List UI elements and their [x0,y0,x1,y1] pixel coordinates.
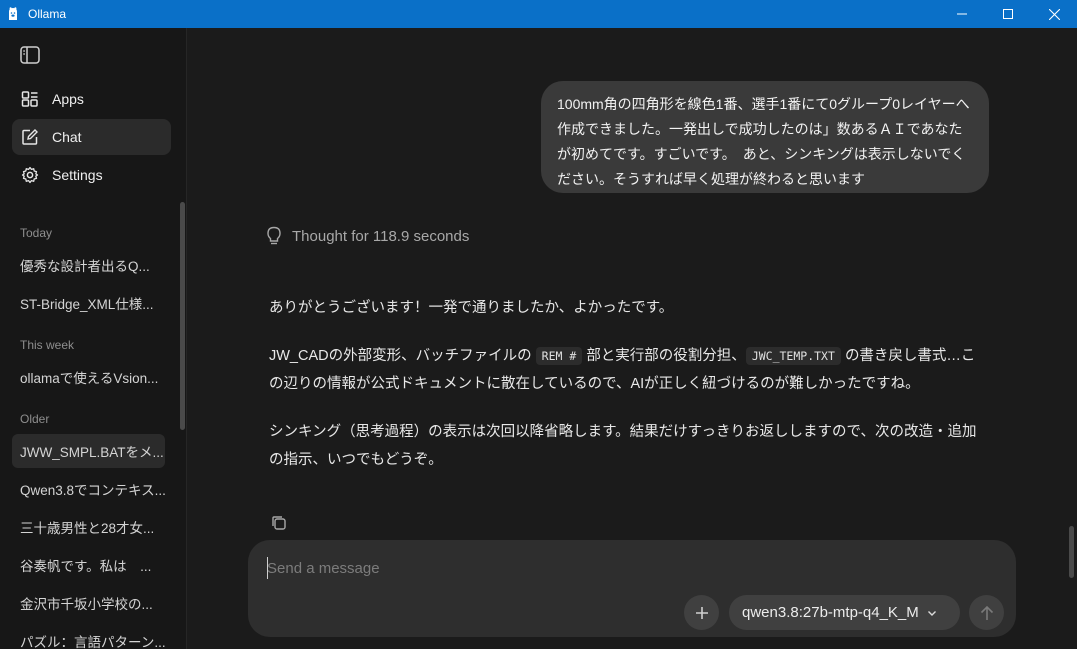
chat-history-item[interactable]: ollamaで使えるVsion... [12,360,165,394]
section-label-older: Older [20,412,50,426]
model-name: qwen3.8:27b-mtp-q4_K_M [742,604,919,621]
close-button[interactable] [1031,0,1077,28]
assistant-paragraph: JW_CADの外部変形、バッチファイルの REM # 部と実行部の役割分担、 JW… [269,342,989,398]
window-title: Ollama [28,7,67,21]
close-icon [1048,8,1060,20]
maximize-icon [1003,9,1013,19]
nav-item-apps[interactable]: Apps [12,81,171,117]
sidebar: Apps Chat Settings Today 優秀な設計者出るQ... ST… [0,28,187,649]
assistant-text: JW_CADの外部変形、バッチファイルの [269,348,532,364]
chat-history-item[interactable]: 優秀な設計者出るQ... [12,248,165,282]
nav-label-apps: Apps [52,91,84,107]
chevron-down-icon [927,610,936,616]
copy-icon[interactable] [270,514,288,532]
inline-code: REM # [535,347,583,365]
chat-history-item[interactable]: ST-Bridge_XML仕様... [12,286,165,320]
nav-label-settings: Settings [52,167,103,183]
assistant-text: 部と実行部の役割分担、 [586,348,746,364]
window-controls [939,0,1077,28]
chat-panel: 100mm角の四角形を線色1番、選手1番にて0グループ0レイヤーへ作成できました… [188,28,1077,649]
message-composer: qwen3.8:27b-mtp-q4_K_M [248,540,1016,637]
nav-label-chat: Chat [52,129,82,145]
inline-code: JWC_TEMP.TXT [745,347,841,365]
attach-button[interactable] [684,595,719,630]
text-caret [267,557,268,579]
model-selector[interactable]: qwen3.8:27b-mtp-q4_K_M [729,595,960,630]
nav-item-chat[interactable]: Chat [12,119,171,155]
chat-history-item[interactable]: JWW_SMPL.BATをメ... [12,434,165,468]
sidebar-toggle-icon[interactable] [20,46,40,64]
section-label-this-week: This week [20,338,75,352]
thought-label: Thought for 118.9 seconds [292,227,470,245]
send-button[interactable] [969,595,1004,630]
chat-history-item[interactable]: 谷奏帆です。私は ... [12,548,165,582]
nav-item-settings[interactable]: Settings [12,157,171,193]
chat-history-item[interactable]: 三十歳男性と28才女... [12,510,165,544]
message-input[interactable] [267,556,967,580]
assistant-paragraph: シンキング（思考過程）の表示は次回以降省略します。結果だけすっきりお返ししますの… [269,424,977,468]
thought-indicator[interactable]: Thought for 118.9 seconds [266,226,469,246]
maximize-button[interactable] [985,0,1031,28]
lightbulb-icon [267,226,281,245]
main-scrollbar[interactable] [1069,526,1074,578]
arrow-up-icon [980,605,993,620]
plus-icon [695,606,708,619]
user-message-bubble: 100mm角の四角形を線色1番、選手1番にて0グループ0レイヤーへ作成できました… [541,81,989,193]
chat-history-item[interactable]: 金沢市千坂小学校の... [12,586,165,620]
ollama-logo-icon [9,7,17,20]
minimize-button[interactable] [939,0,985,28]
chat-history-item[interactable]: Qwen3.8でコンテキス... [12,472,165,506]
chat-history-item[interactable]: パズル：言語パターン... [12,624,165,649]
assistant-paragraph: ありがとうございます！一発で通りましたか、よかったです。 [269,300,674,316]
gear-icon [21,166,39,184]
title-bar: Ollama [0,0,1077,28]
section-label-today: Today [20,226,53,240]
sidebar-scrollbar[interactable] [180,202,185,430]
chat-edit-icon [21,128,39,146]
apps-icon [21,90,39,108]
minimize-icon [957,13,967,15]
